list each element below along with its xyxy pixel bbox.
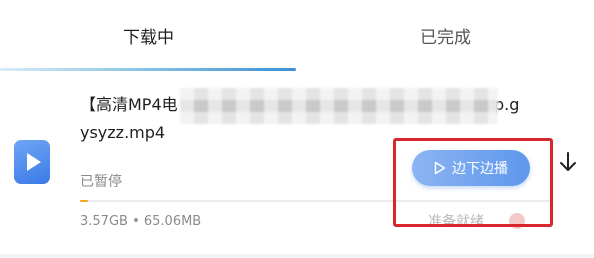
tab-bar: 下载中 已完成 bbox=[0, 0, 594, 71]
progress-fill bbox=[80, 200, 88, 202]
tab-downloading-label: 下载中 bbox=[123, 28, 174, 48]
tab-completed-label: 已完成 bbox=[420, 28, 471, 48]
tab-downloading[interactable]: 下载中 bbox=[0, 0, 297, 71]
list-divider bbox=[0, 254, 594, 258]
file-size: 3.57GB • 65.06MB bbox=[80, 214, 202, 229]
redacted-region bbox=[180, 88, 498, 124]
file-name-line2: ysyzz.mp4 bbox=[80, 123, 166, 142]
highlight-annotation bbox=[393, 138, 553, 227]
video-file-icon bbox=[14, 140, 50, 184]
download-status: 已暂停 bbox=[80, 174, 122, 190]
file-name-line1: 【高清MP4电 bbox=[80, 95, 178, 114]
tab-completed[interactable]: 已完成 bbox=[297, 0, 594, 71]
download-arrow-icon[interactable] bbox=[558, 150, 578, 174]
